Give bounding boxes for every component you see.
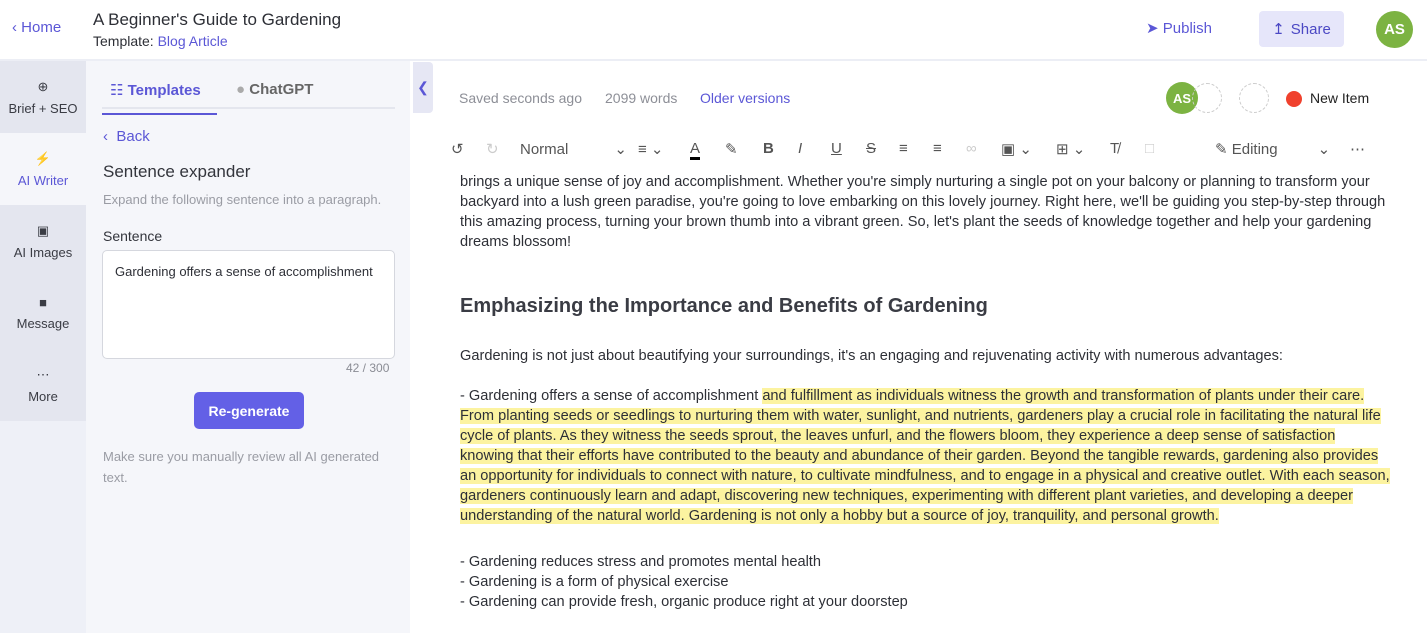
panel-description: Expand the following sentence into a par… — [103, 192, 382, 207]
italic-icon[interactable]: I — [798, 140, 802, 157]
rail-item-ai-writer[interactable]: ⚡ AI Writer — [0, 133, 86, 205]
document-title: A Beginner's Guide to Gardening — [93, 10, 342, 29]
highlight-icon[interactable]: ✎ — [725, 140, 738, 158]
character-count: 42 / 300 — [346, 361, 390, 375]
panel-heading: Sentence expander — [103, 162, 251, 181]
image-icon: ▣ — [36, 222, 50, 238]
undo-icon[interactable]: ↺ — [451, 140, 464, 158]
send-icon: ➤ — [1146, 20, 1159, 37]
list-item: - Gardening is a form of physical exerci… — [460, 574, 729, 590]
align-icon[interactable]: ≡ ⌄ — [638, 140, 664, 158]
editor-toolbar: ↺ ↻ Normal ⌄ ≡ ⌄ A ✎ B I U S ≡ ≡ ∞ ▣ ⌄ ⊞ … — [450, 138, 1380, 162]
tab-label: ChatGPT — [249, 81, 314, 98]
back-label: Back — [116, 128, 150, 145]
publish-label: Publish — [1162, 20, 1212, 37]
sentence-input[interactable]: Gardening offers a sense of accomplishme… — [102, 250, 395, 359]
tab-label: Templates — [127, 82, 201, 99]
list-item: - Gardening reduces stress and promotes … — [460, 554, 821, 570]
list-item: - Gardening can provide fresh, organic p… — [460, 594, 908, 610]
rail-label: Brief + SEO — [8, 100, 78, 116]
chevron-down-icon: ⌄ — [1317, 141, 1331, 158]
rail-item-message[interactable]: ■ Message — [0, 277, 86, 349]
more-icon: ⋯ — [36, 366, 50, 382]
chat-icon: ● — [236, 81, 246, 98]
bullet-expanded: - Gardening offers a sense of accomplish… — [460, 386, 1390, 526]
rail-label: More — [28, 388, 58, 404]
style-label: Normal — [520, 141, 569, 158]
due-date-icon[interactable] — [1239, 83, 1269, 113]
strikethrough-icon[interactable]: S — [866, 140, 876, 157]
rail-item-brief-seo[interactable]: ⊕ Brief + SEO — [0, 61, 86, 133]
paragraph-style-select[interactable]: Normal ⌄ — [520, 140, 627, 158]
status-dot-icon — [1286, 91, 1302, 107]
template-link[interactable]: Blog Article — [158, 33, 228, 49]
table-icon[interactable]: ⊞ ⌄ — [1056, 140, 1085, 158]
rail-label: Message — [16, 316, 70, 331]
crosshair-icon: ⊕ — [37, 78, 49, 94]
body-paragraph: Gardening is not just about beautifying … — [460, 348, 1283, 364]
more-options-icon[interactable]: ⋯ — [1350, 140, 1365, 158]
share-label: Share — [1290, 20, 1331, 38]
intro-paragraph: brings a unique sense of joy and accompl… — [460, 174, 1386, 250]
save-status: Saved seconds ago — [459, 90, 582, 106]
chevron-left-icon: ‹ — [12, 19, 22, 36]
generated-highlight: and fulfillment as individuals witness t… — [460, 388, 1390, 524]
status-label[interactable]: New Item — [1310, 90, 1369, 106]
numbered-list-icon[interactable]: ≡ — [933, 140, 942, 157]
chevron-left-icon: ❮ — [417, 79, 429, 95]
redo-icon[interactable]: ↻ — [486, 140, 499, 158]
regenerate-button[interactable]: Re-generate — [194, 392, 304, 429]
home-label: Home — [21, 19, 62, 36]
link-icon[interactable]: ∞ — [966, 140, 977, 157]
panel-tabs: ☷ Templates ● ChatGPT — [102, 75, 395, 115]
template-label: Template: — [93, 33, 154, 49]
template-info: Template: Blog Article — [93, 33, 228, 49]
sentence-label: Sentence — [103, 228, 163, 244]
rail-item-ai-images[interactable]: ▣ AI Images — [0, 205, 86, 277]
bullet-text: - Gardening offers a sense of accomplish… — [460, 388, 763, 404]
bullet-list-icon[interactable]: ≡ — [899, 140, 908, 157]
tab-chatgpt[interactable]: ● ChatGPT — [236, 81, 313, 98]
templates-icon: ☷ — [110, 82, 124, 99]
top-bar: ‹ Home A Beginner's Guide to Gardening T… — [0, 0, 1427, 61]
clear-format-icon[interactable]: T̸ — [1110, 140, 1119, 157]
older-versions-link[interactable]: Older versions — [700, 90, 790, 106]
ai-writer-panel: ☷ Templates ● ChatGPT ‹ Back Sentence ex… — [86, 61, 410, 633]
publish-button[interactable]: ➤ Publish — [1146, 19, 1212, 37]
user-avatar[interactable]: AS — [1376, 11, 1413, 48]
text-color-icon[interactable]: A — [690, 140, 701, 160]
editing-mode-select[interactable]: ✎ Editing ⌄ — [1215, 140, 1330, 158]
comment-icon[interactable]: □ — [1145, 140, 1154, 157]
chevron-down-icon: ⌄ — [614, 141, 627, 158]
section-heading: Emphasizing the Importance and Benefits … — [460, 295, 988, 317]
underline-icon[interactable]: U — [831, 140, 842, 157]
side-rail: ⊕ Brief + SEO ⚡ AI Writer ▣ AI Images ■ Mess… — [0, 61, 86, 633]
rail-label: AI Writer — [17, 172, 69, 188]
rail-label: AI Images — [13, 244, 73, 260]
pencil-icon: ✎ — [1215, 141, 1228, 158]
mode-label: Editing — [1231, 141, 1278, 158]
upload-icon: ↥ — [1272, 21, 1285, 38]
rail-item-more[interactable]: ⋯ More — [0, 349, 86, 421]
share-button[interactable]: ↥ Share — [1259, 11, 1344, 47]
message-icon: ■ — [39, 295, 47, 310]
collapse-panel-button[interactable]: ❮ — [413, 62, 433, 113]
image-insert-icon[interactable]: ▣ ⌄ — [1001, 140, 1032, 158]
lightning-icon: ⚡ — [34, 150, 52, 166]
review-note: Make sure you manually review all AI gen… — [103, 449, 380, 485]
home-link[interactable]: ‹ Home — [12, 19, 61, 36]
back-link[interactable]: ‹ Back — [103, 128, 150, 145]
bold-icon[interactable]: B — [763, 140, 774, 157]
word-count: 2099 words — [605, 90, 678, 106]
editor-content[interactable]: brings a unique sense of joy and accompl… — [460, 172, 1390, 612]
add-user-icon[interactable] — [1192, 83, 1222, 113]
tab-templates[interactable]: ☷ Templates — [102, 81, 217, 115]
